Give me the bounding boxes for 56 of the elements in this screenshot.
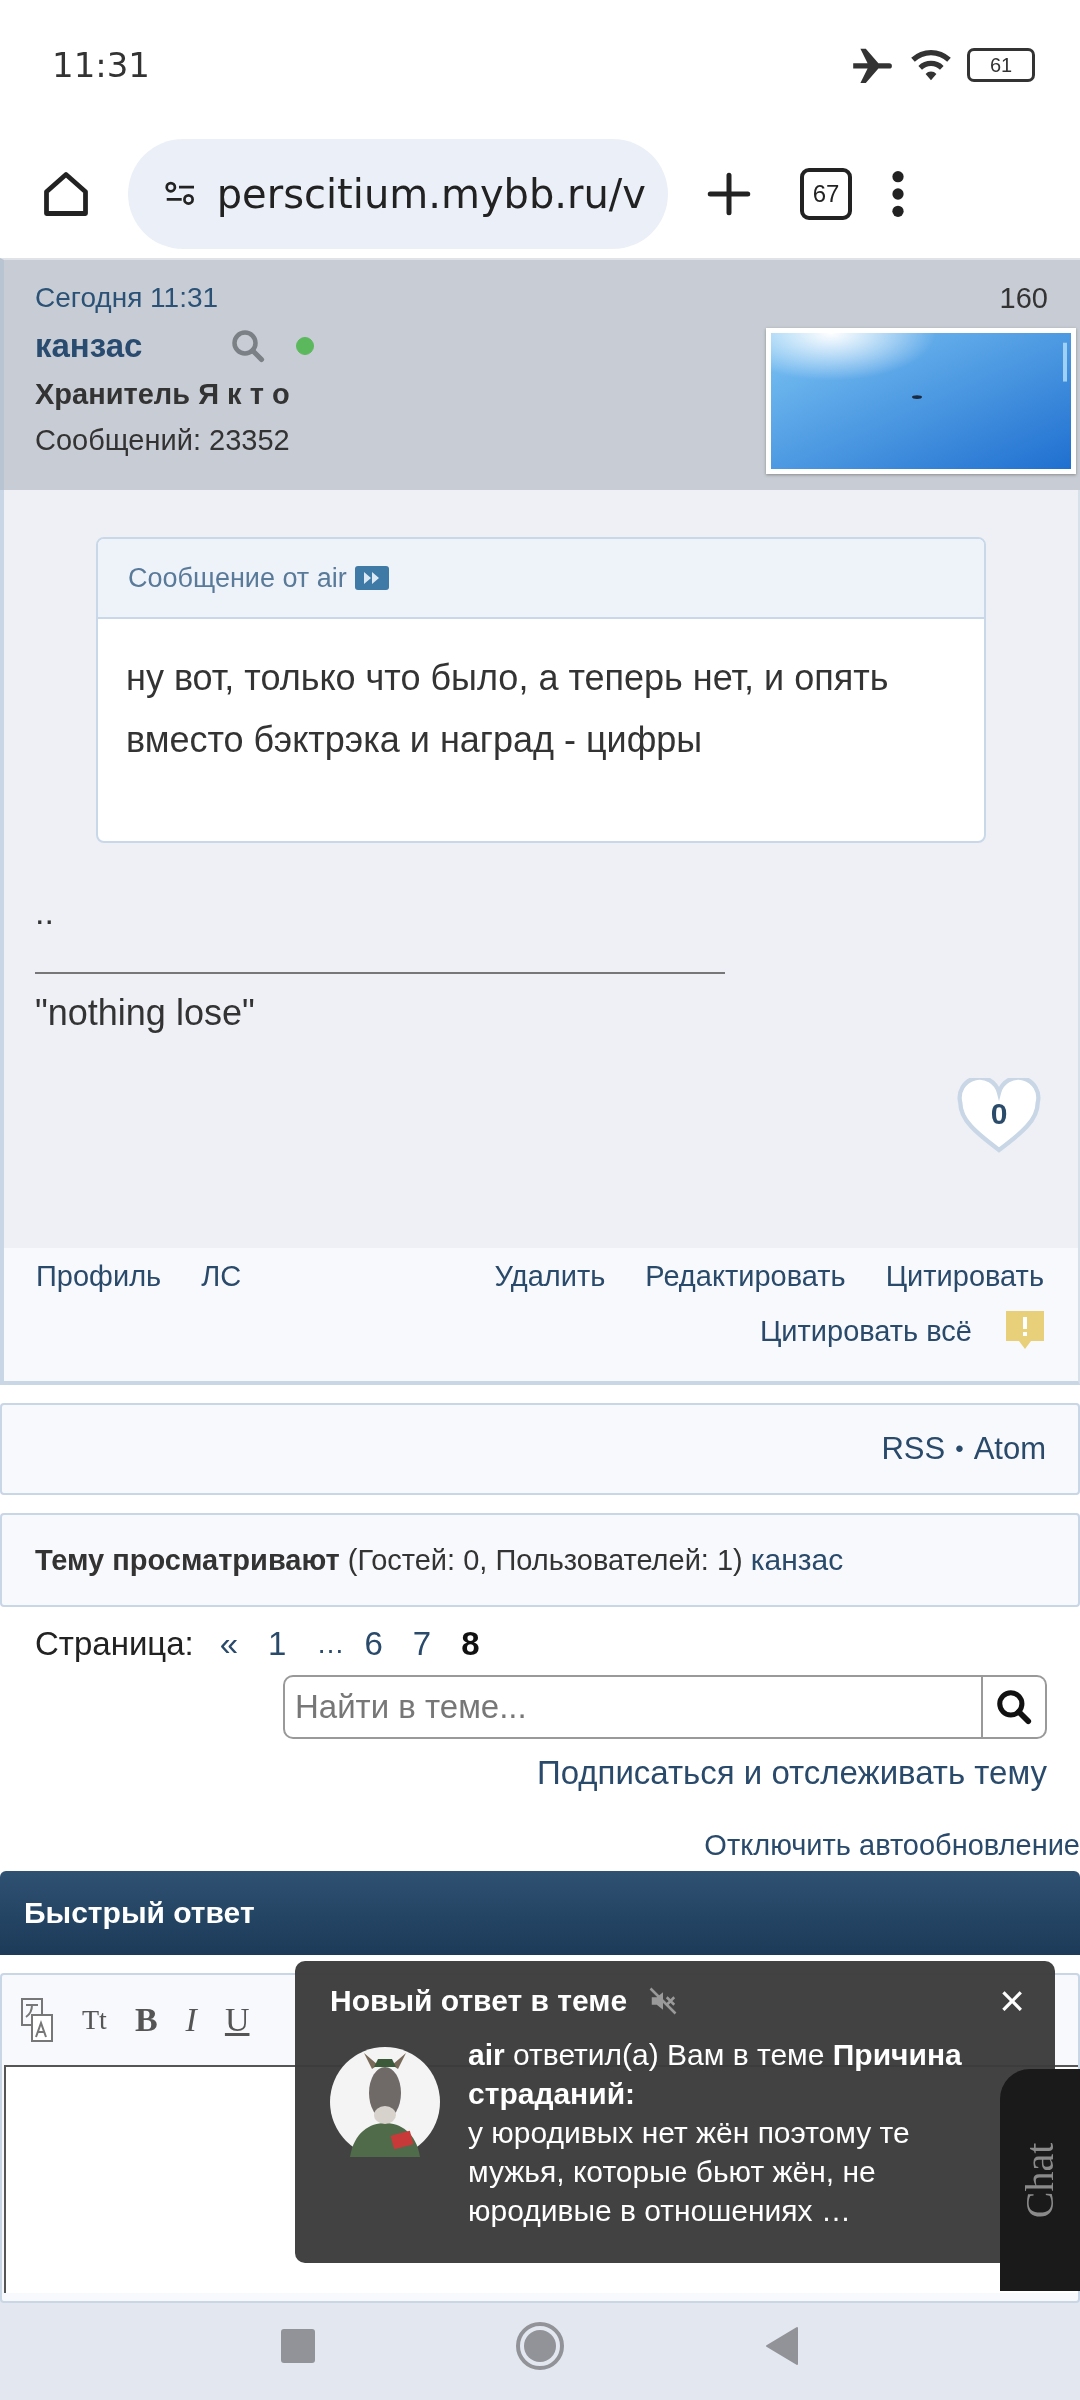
- post-link[interactable]: Удалить: [494, 1260, 606, 1293]
- home-button-icon[interactable]: [515, 2320, 565, 2371]
- airplane-icon: [851, 47, 895, 83]
- search-field[interactable]: Найти в теме...: [283, 1675, 983, 1739]
- rss-link[interactable]: RSS: [881, 1431, 946, 1467]
- battery-icon: 61: [967, 48, 1035, 82]
- post-link[interactable]: Цитировать: [885, 1260, 1044, 1293]
- pagination-label: Страница:: [35, 1625, 194, 1663]
- jump-icon[interactable]: [354, 566, 389, 590]
- notification-text: air ответил(а) Вам в теме Причина страданий:: [468, 2037, 963, 2112]
- like-button[interactable]: 0: [956, 1078, 1042, 1156]
- quote-all-link[interactable]: Цитировать всё: [759, 1314, 972, 1348]
- chat-tab[interactable]: Chat: [1000, 2069, 1080, 2291]
- format-button[interactable]: U: [224, 2001, 250, 2039]
- quote-text: ну вот, только что было, а теперь нет, и опять вместо бэктрэка и наград - цифры: [125, 656, 890, 762]
- wifi-icon: [909, 47, 953, 83]
- page-link[interactable]: «: [219, 1625, 239, 1663]
- post-link[interactable]: Редактировать: [645, 1260, 846, 1293]
- search-icon[interactable]: [230, 328, 266, 364]
- format-button[interactable]: I: [185, 2001, 197, 2039]
- address-bar[interactable]: perscitium.mybb.ru/v: [128, 139, 668, 249]
- status-time: 11:31: [52, 45, 150, 85]
- page-link[interactable]: 7: [412, 1625, 432, 1663]
- atom-link[interactable]: Atom: [973, 1431, 1046, 1467]
- notification-excerpt: у юродивых нет жён поэтому те мужья, которые бьют жён, не юродивые в отношениях …: [468, 2115, 911, 2229]
- search-button[interactable]: [983, 1675, 1047, 1739]
- post-text: ..: [35, 893, 55, 932]
- search-icon: [995, 1688, 1033, 1726]
- tab-count-button[interactable]: 67: [800, 168, 852, 220]
- close-button[interactable]: ×: [999, 1981, 1025, 2021]
- translate-icon[interactable]: [20, 1997, 54, 2043]
- signature: "nothing lose": [35, 992, 256, 1034]
- format-button[interactable]: Tt: [82, 2004, 107, 2036]
- author-name[interactable]: канзас: [35, 327, 230, 365]
- format-button[interactable]: B: [134, 2001, 158, 2039]
- back-icon[interactable]: [765, 2325, 799, 2366]
- autoupdate-link[interactable]: Отключить автообновление: [704, 1828, 1080, 1862]
- viewers-count: (Гостей: 0, Пользователей: 1): [347, 1543, 743, 1577]
- notification-title: Новый ответ в теме: [330, 1984, 628, 2018]
- viewers-label: Тему просматривают: [35, 1543, 340, 1577]
- post-link[interactable]: ЛС: [201, 1260, 242, 1293]
- user-link[interactable]: канзас: [750, 1543, 844, 1577]
- recents-icon[interactable]: [281, 2328, 315, 2363]
- page-gap: …: [316, 1628, 345, 1660]
- user-rank: Хранитель Я к т о: [35, 377, 291, 412]
- page-link[interactable]: 8: [461, 1625, 480, 1663]
- page-link[interactable]: 1: [268, 1625, 287, 1663]
- subscribe-link[interactable]: Подписаться и отслеживать тему: [536, 1754, 1047, 1792]
- post-link[interactable]: Профиль: [36, 1260, 162, 1293]
- separator: •: [955, 1435, 964, 1463]
- page-link[interactable]: 6: [364, 1625, 383, 1663]
- post-count: Сообщений: 23352: [35, 423, 291, 458]
- post-number[interactable]: 160: [999, 276, 1076, 320]
- quick-reply-header: Быстрый ответ: [0, 1871, 1080, 1955]
- quote-author: Сообщение от air: [128, 562, 347, 594]
- post-date[interactable]: Сегодня 11:31: [35, 276, 314, 320]
